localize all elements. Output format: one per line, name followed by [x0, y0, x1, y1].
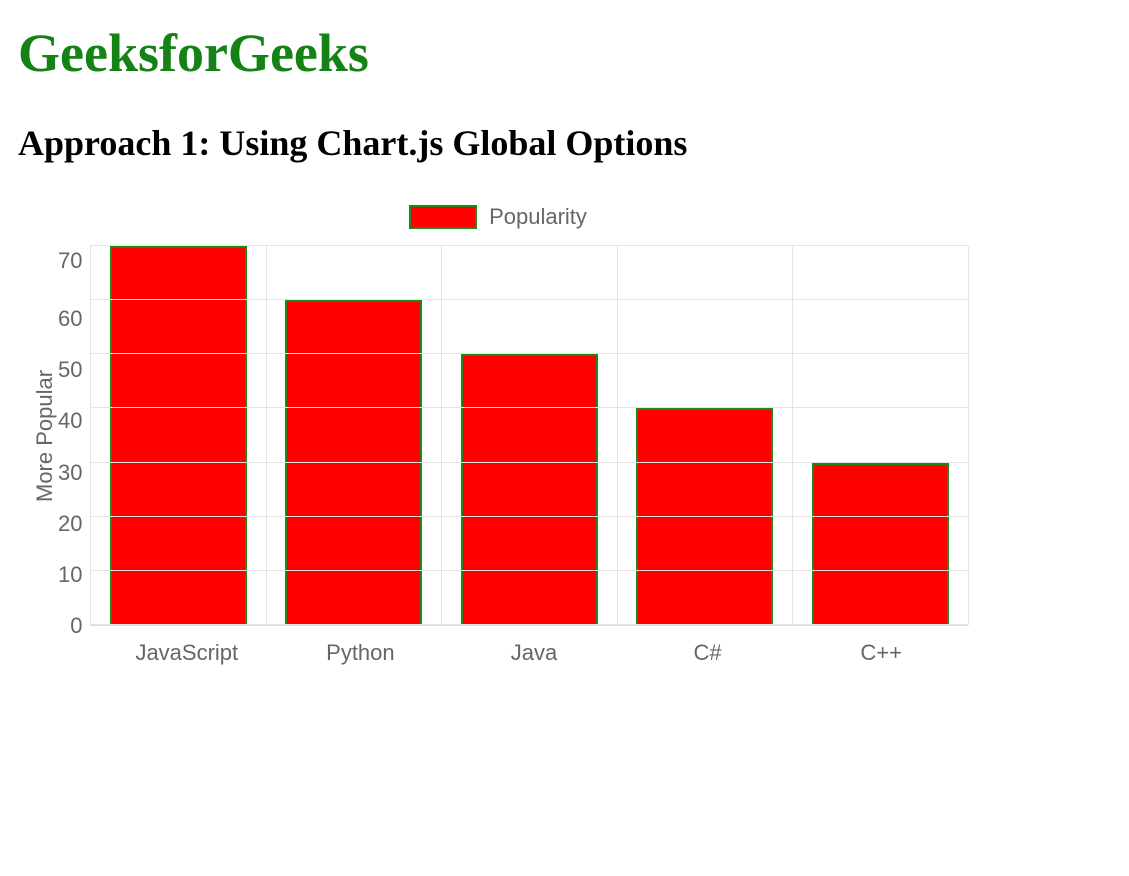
plot-area [90, 246, 968, 626]
vgridline [792, 246, 793, 625]
x-tick: C++ [794, 640, 968, 666]
x-tick: JavaScript [100, 640, 274, 666]
bar-slot [441, 246, 617, 625]
y-tick: 50 [58, 359, 82, 381]
gridline [90, 299, 968, 300]
legend-swatch [409, 205, 477, 229]
vgridline [617, 246, 618, 625]
vgridline [90, 246, 91, 625]
gridline [90, 353, 968, 354]
y-tick: 40 [58, 410, 82, 432]
x-tick: Java [447, 640, 621, 666]
y-axis-ticks: 706050403020100 [58, 246, 90, 626]
y-tick: 30 [58, 462, 82, 484]
bars-container [90, 246, 968, 625]
vgridline [968, 246, 969, 625]
bar-slot [266, 246, 442, 625]
bar [812, 463, 949, 625]
gridline [90, 245, 968, 246]
y-tick: 10 [58, 564, 82, 586]
x-tick: Python [274, 640, 448, 666]
y-tick: 20 [58, 513, 82, 535]
y-axis-label: More Popular [28, 246, 58, 626]
x-axis-ticks: JavaScriptPythonJavaC#C++ [100, 640, 968, 666]
gridline [90, 516, 968, 517]
gridline [90, 570, 968, 571]
bar-slot [90, 246, 266, 625]
gridline [90, 624, 968, 625]
bar-slot [792, 246, 968, 625]
gridline [90, 407, 968, 408]
bar-chart: Popularity More Popular 706050403020100 … [28, 204, 968, 666]
bar-slot [617, 246, 793, 625]
page-title: GeeksforGeeks [18, 22, 1111, 84]
x-tick: C# [621, 640, 795, 666]
y-tick: 70 [58, 250, 82, 272]
bar [461, 354, 598, 625]
gridline [90, 462, 968, 463]
bar [285, 300, 422, 625]
bar [110, 246, 247, 625]
chart-legend: Popularity [28, 204, 968, 230]
page-subtitle: Approach 1: Using Chart.js Global Option… [18, 122, 1111, 164]
y-tick: 0 [70, 615, 82, 637]
vgridline [441, 246, 442, 625]
bar [636, 408, 773, 625]
legend-label: Popularity [489, 204, 587, 230]
y-tick: 60 [58, 308, 82, 330]
vgridline [266, 246, 267, 625]
